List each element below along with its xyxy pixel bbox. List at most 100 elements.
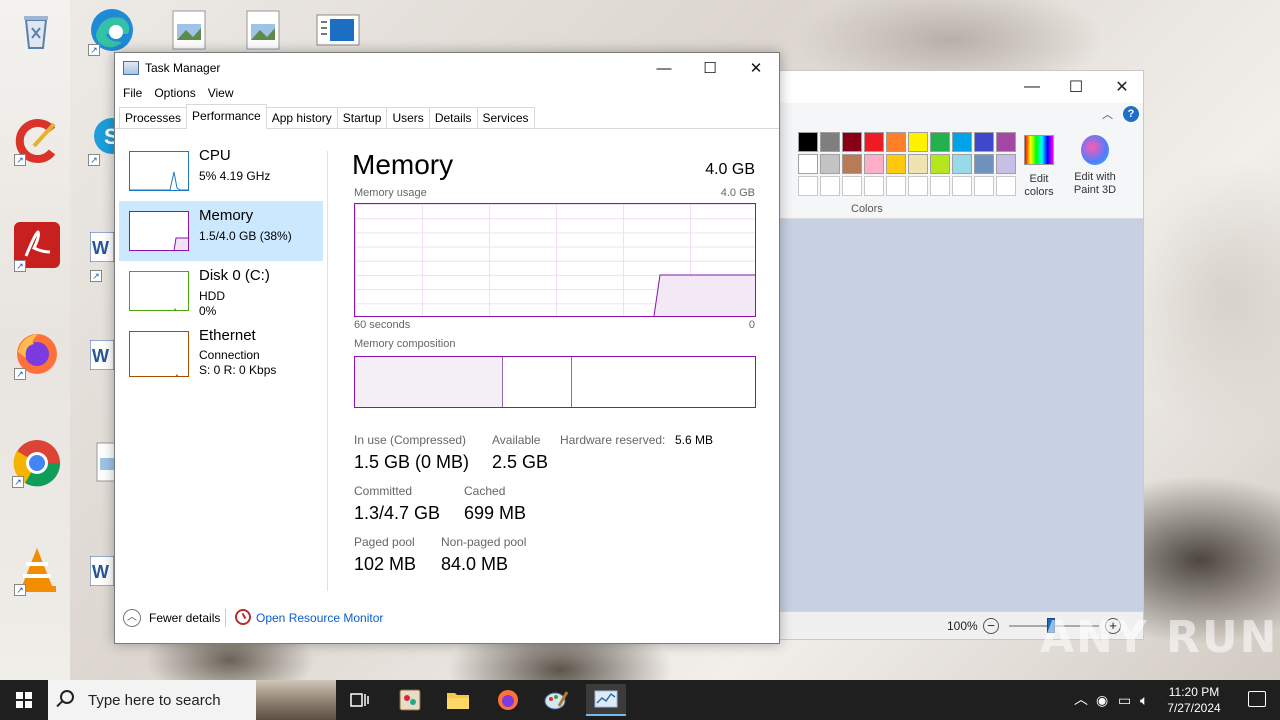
color-swatch[interactable] — [952, 176, 972, 196]
color-swatch[interactable] — [820, 132, 840, 152]
tab-details[interactable]: Details — [428, 107, 478, 128]
tab-bar: Processes Performance App history Startu… — [115, 103, 779, 129]
color-swatch[interactable] — [842, 154, 862, 174]
hardware-reserved-value: 5.6 MB — [675, 433, 714, 447]
cpu-mini-graph — [129, 151, 189, 191]
image-file-icon-2[interactable] — [246, 10, 294, 58]
task-view-icon[interactable] — [340, 684, 380, 716]
color-swatch[interactable] — [798, 154, 818, 174]
open-resource-monitor-link[interactable]: Open Resource Monitor — [256, 611, 383, 625]
firefox-taskbar-icon[interactable] — [488, 684, 528, 716]
help-icon[interactable]: ? — [1123, 106, 1139, 122]
color-swatch[interactable] — [798, 176, 818, 196]
menu-file[interactable]: File — [117, 86, 148, 100]
sidebar-item-ethernet[interactable]: Ethernet Connection S: 0 R: 0 Kbps — [119, 327, 323, 387]
color-swatch[interactable] — [996, 154, 1016, 174]
edit-paint3d-label: Edit with Paint 3D — [1073, 171, 1117, 196]
color-swatch[interactable] — [952, 154, 972, 174]
maximize-button[interactable]: ☐ — [687, 53, 733, 83]
committed-label: Committed — [354, 484, 413, 498]
color-swatch[interactable] — [908, 176, 928, 196]
color-swatch[interactable] — [820, 176, 840, 196]
color-swatch[interactable] — [864, 132, 884, 152]
edit-with-paint3d-button[interactable]: Edit with Paint 3D — [1067, 135, 1123, 197]
sidebar-item-cpu[interactable]: CPU 5% 4.19 GHz — [119, 141, 323, 201]
tray-overflow-chevron-icon[interactable]: ︿ — [1074, 689, 1088, 709]
vlc-icon[interactable] — [14, 546, 62, 596]
paint-canvas-area[interactable] — [761, 219, 1143, 611]
fewer-details-link[interactable]: Fewer details — [149, 611, 220, 625]
color-swatch[interactable] — [864, 176, 884, 196]
file-explorer-icon[interactable] — [438, 684, 478, 716]
rainbow-icon — [1024, 135, 1054, 165]
edge-icon[interactable] — [88, 6, 136, 56]
sidebar-label-memory: Memory — [199, 207, 254, 224]
available-label: Available — [492, 433, 541, 447]
color-swatch[interactable] — [930, 176, 950, 196]
clock-time: 11:20 PM — [1168, 685, 1220, 699]
shortcut-arrow-icon — [14, 154, 26, 166]
color-swatch[interactable] — [886, 154, 906, 174]
color-swatch[interactable] — [996, 176, 1016, 196]
ethernet-mini-graph — [129, 331, 189, 377]
color-swatch[interactable] — [974, 154, 994, 174]
chevron-up-icon[interactable]: ︿ — [123, 609, 141, 627]
network-status-icon[interactable]: ◉ — [1096, 692, 1108, 709]
sidebar-label-disk: Disk 0 (C:) — [199, 267, 270, 284]
tab-services[interactable]: Services — [476, 107, 535, 128]
minimize-button[interactable]: — — [641, 53, 687, 83]
recycle-bin-icon[interactable] — [14, 8, 62, 56]
paint-app-taskbar-icon[interactable] — [390, 684, 430, 716]
menu-options[interactable]: Options — [148, 86, 201, 100]
paint-maximize-button[interactable]: ☐ — [1053, 71, 1099, 103]
non-paged-pool-value: 84.0 MB — [441, 554, 509, 574]
ribbon-collapse-icon[interactable]: ︿ — [1102, 106, 1113, 122]
tab-app-history[interactable]: App history — [265, 107, 338, 128]
paint-minimize-button[interactable]: — — [1009, 71, 1055, 103]
paged-pool-label: Paged pool — [354, 535, 415, 549]
taskbar-clock[interactable]: 11:20 PM 7/27/2024 — [1162, 684, 1226, 716]
tab-users[interactable]: Users — [386, 107, 430, 128]
system-tray: ︿ ◉ ▭ 🔈︎ 11:20 PM 7/27/2024 — [1060, 680, 1280, 720]
color-swatch[interactable] — [820, 154, 840, 174]
svg-text:W: W — [92, 346, 109, 366]
acrobat-icon[interactable] — [14, 222, 62, 272]
ethernet-icon[interactable]: ▭ — [1118, 692, 1131, 709]
edit-colors-button[interactable]: Edit colors — [1019, 135, 1059, 199]
ethernet-throughput: S: 0 R: 0 Kbps — [199, 363, 277, 377]
color-swatch[interactable] — [974, 132, 994, 152]
color-swatch[interactable] — [798, 132, 818, 152]
sidebar-item-memory[interactable]: Memory 1.5/4.0 GB (38%) — [119, 201, 323, 261]
sidebar-item-disk[interactable]: Disk 0 (C:) HDD 0% — [119, 261, 323, 321]
tab-processes[interactable]: Processes — [119, 107, 188, 128]
tab-performance[interactable]: Performance — [186, 104, 267, 129]
edit-colors-label: Edit colors — [1024, 173, 1054, 198]
color-swatch[interactable] — [930, 154, 950, 174]
zoom-out-button[interactable]: − — [983, 618, 999, 634]
color-swatch[interactable] — [974, 176, 994, 196]
color-swatch[interactable] — [908, 154, 928, 174]
color-swatch[interactable] — [842, 132, 862, 152]
firefox-icon[interactable] — [14, 330, 62, 380]
close-button[interactable]: ✕ — [733, 53, 779, 83]
notification-center-icon[interactable] — [1248, 691, 1266, 707]
ccleaner-icon[interactable] — [14, 116, 62, 166]
color-swatch[interactable] — [908, 132, 928, 152]
color-swatch[interactable] — [864, 154, 884, 174]
task-manager-taskbar-icon[interactable] — [586, 684, 626, 716]
start-button[interactable] — [0, 680, 48, 720]
taskbar-search-box[interactable]: Type here to search — [48, 680, 336, 720]
chrome-icon[interactable] — [12, 438, 61, 488]
image-file-icon[interactable] — [172, 10, 220, 58]
tab-startup[interactable]: Startup — [336, 107, 388, 128]
color-swatch[interactable] — [996, 132, 1016, 152]
color-swatch[interactable] — [842, 176, 862, 196]
paint-brush-taskbar-icon[interactable] — [536, 684, 576, 716]
color-swatch[interactable] — [886, 132, 906, 152]
paint-close-button[interactable]: ✕ — [1099, 71, 1145, 103]
color-swatch[interactable] — [930, 132, 950, 152]
color-swatch[interactable] — [886, 176, 906, 196]
menu-view[interactable]: View — [202, 86, 240, 100]
volume-icon[interactable]: 🔈︎ — [1140, 692, 1148, 709]
color-swatch[interactable] — [952, 132, 972, 152]
